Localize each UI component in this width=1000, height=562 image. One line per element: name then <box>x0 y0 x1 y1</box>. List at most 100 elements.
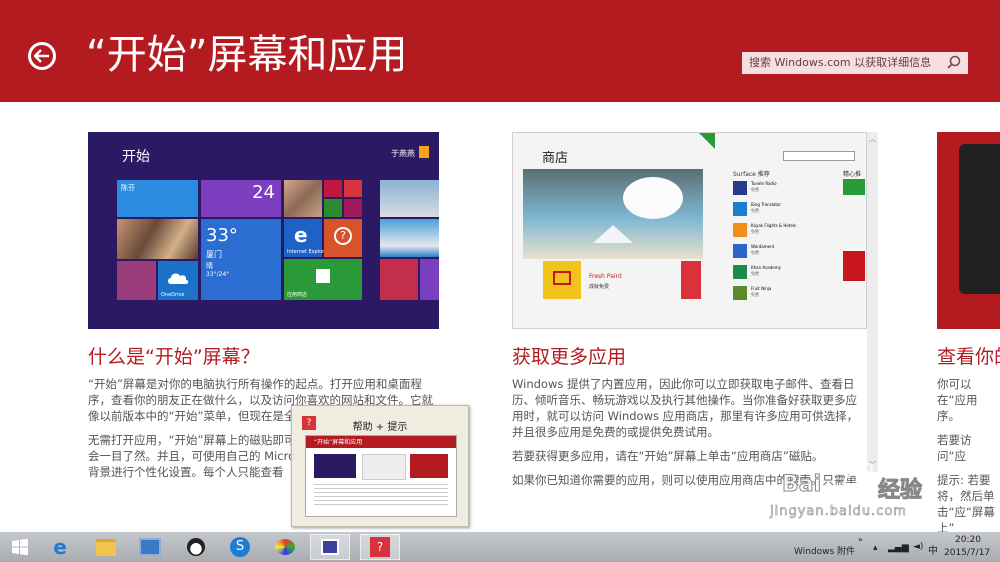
tile-help: ? <box>324 219 362 257</box>
app-tile <box>733 223 747 237</box>
cloud-icon <box>168 273 189 284</box>
side-tile-green <box>843 179 865 195</box>
ime-indicator[interactable]: 中 <box>928 542 938 557</box>
help-icon: ? <box>370 537 390 557</box>
store-screenshot: 商店 Fresh Paint 成就免费 Surface 推荐 精心推 TuneI… <box>512 132 867 329</box>
windows-accessories-label[interactable]: Windows 附件 <box>794 544 855 557</box>
back-button[interactable] <box>28 42 56 70</box>
app-item: Fruit Ninja 免费 <box>733 284 833 302</box>
taskbar-paint[interactable] <box>265 534 305 560</box>
app-item: Khan Academy 免费 <box>733 263 833 281</box>
taskbar-thumbnail-popup[interactable]: ? 帮助 + 提示 “开始”屏幕和应用 <box>291 405 469 527</box>
preview-header: “开始”屏幕和应用 <box>306 436 456 448</box>
app-price: 免费 <box>751 250 759 255</box>
tile-news <box>380 219 439 257</box>
taskbar-control-panel[interactable] <box>130 534 170 560</box>
tile-label-ie: Internet Explorer <box>287 249 330 255</box>
tile-health <box>420 259 439 300</box>
column-2-paragraph: Windows 提供了内置应用，因此你可以立即获取电子邮件、查看日历、倾听音乐、… <box>512 377 859 439</box>
app-price: 免费 <box>751 187 759 192</box>
column-3-paragraph: 你可以在“应用序。 <box>937 377 978 423</box>
ie-icon: e <box>53 535 67 559</box>
folder-icon <box>96 538 116 556</box>
popup-title: 帮助 + 提示 <box>352 422 408 433</box>
tile-games <box>324 199 342 217</box>
taskbar-calculator[interactable] <box>310 534 350 560</box>
watermark-url: jingyan.baidu.com <box>770 504 907 520</box>
tile-people-2 <box>117 261 156 300</box>
search-icon[interactable] <box>944 53 964 73</box>
side-header: 精心推 <box>843 171 862 178</box>
tile-calendar-day: 24 <box>252 182 275 203</box>
windows-logo-icon <box>12 538 28 556</box>
tile-store: 应用商店 <box>284 259 362 300</box>
app-tile <box>733 181 747 195</box>
app-name: Kayak Flights & Hotels <box>751 223 797 228</box>
tile-photo-grid <box>284 180 322 217</box>
tile-contact-name: 陈芬 <box>121 184 135 192</box>
column-1-title: 什么是“开始”屏幕？ <box>88 346 260 368</box>
tile-weather-range: 33°/24° <box>206 271 230 278</box>
app-name: Wordament <box>751 244 775 249</box>
taskbar-qq-music[interactable] <box>176 534 216 560</box>
preview-thumb-2 <box>362 454 406 480</box>
app-price: 免费 <box>751 208 759 213</box>
store-corner-accent <box>699 133 715 149</box>
taskbar-explorer[interactable] <box>86 534 126 560</box>
tile-weather-temp: 33° <box>206 225 238 246</box>
tile-label-store: 应用商店 <box>287 292 308 298</box>
preview-text-lines <box>314 484 448 506</box>
tile-weather: 33° 厦门 晴 33°/24° <box>201 219 281 300</box>
chevron-up-icon[interactable]: ︿ <box>869 134 876 144</box>
device-frame <box>959 144 1000 294</box>
app-tile <box>733 286 747 300</box>
tile-video <box>324 180 342 197</box>
start-button[interactable] <box>0 534 40 560</box>
tile-music <box>344 180 362 197</box>
preview-thumb-1 <box>314 454 356 478</box>
preview-thumb-3 <box>410 454 448 478</box>
palette-icon <box>275 539 295 555</box>
tray-up-arrow-icon[interactable]: ▴ <box>873 543 878 553</box>
scrollbar-track[interactable]: ︿ ﹀ <box>867 132 878 472</box>
start-screen-screenshot: 开始 于燕燕 陈芬 OneDrive 24 33° 厦门 晴 33°/24° e <box>88 132 439 329</box>
tile-travel <box>380 180 439 217</box>
app-list: TuneIn Radio 免费 Bing Translator 免费 Kayak F… <box>733 179 833 319</box>
taskbar-help-tips[interactable]: ? <box>360 534 400 560</box>
featured-app-name: Fresh Paint <box>589 273 622 280</box>
search-placeholder: 搜索 Windows.com 以获取详细信息 <box>749 56 932 69</box>
popup-preview[interactable]: “开始”屏幕和应用 <box>305 435 457 517</box>
ie-icon: e <box>294 223 308 247</box>
app-name: Fruit Ninja <box>751 286 772 291</box>
user-avatar <box>419 146 429 158</box>
paint-frame-icon <box>553 271 571 285</box>
app-tile <box>733 244 747 258</box>
page-title: “开始”屏幕和应用 <box>86 32 408 78</box>
store-heading: 商店 <box>542 151 569 166</box>
app-price: 免费 <box>751 292 759 297</box>
paint-palette <box>623 177 683 219</box>
tile-finance <box>380 259 418 300</box>
monitor-icon <box>139 538 161 556</box>
network-icon[interactable]: ▂▄▆ <box>888 543 909 553</box>
app-name: Khan Academy <box>751 265 781 270</box>
store-search-box <box>783 151 855 161</box>
store-icon <box>316 269 330 283</box>
app-price: 免费 <box>751 229 759 234</box>
tile-label-onedrive: OneDrive <box>161 292 185 298</box>
taskbar-sogou[interactable]: S <box>220 534 260 560</box>
red-accent-bar <box>681 261 701 299</box>
sogou-icon: S <box>230 537 250 557</box>
app-price: 免费 <box>751 271 759 276</box>
paw-logo-icon <box>837 455 873 485</box>
search-input[interactable]: 搜索 Windows.com 以获取详细信息 <box>742 52 968 74</box>
tile-camera <box>344 199 362 217</box>
clock-date[interactable]: 2015/7/17 <box>944 548 990 558</box>
tile-weather-desc: 晴 <box>206 262 213 270</box>
watermark-brand: Bai <box>781 472 822 498</box>
tile-calendar: 24 <box>201 180 281 217</box>
taskbar-ie[interactable]: e <box>40 534 80 560</box>
arrow-left-icon <box>34 49 49 63</box>
side-tile-netflix <box>843 251 865 281</box>
volume-icon[interactable]: ◄) <box>913 542 923 552</box>
